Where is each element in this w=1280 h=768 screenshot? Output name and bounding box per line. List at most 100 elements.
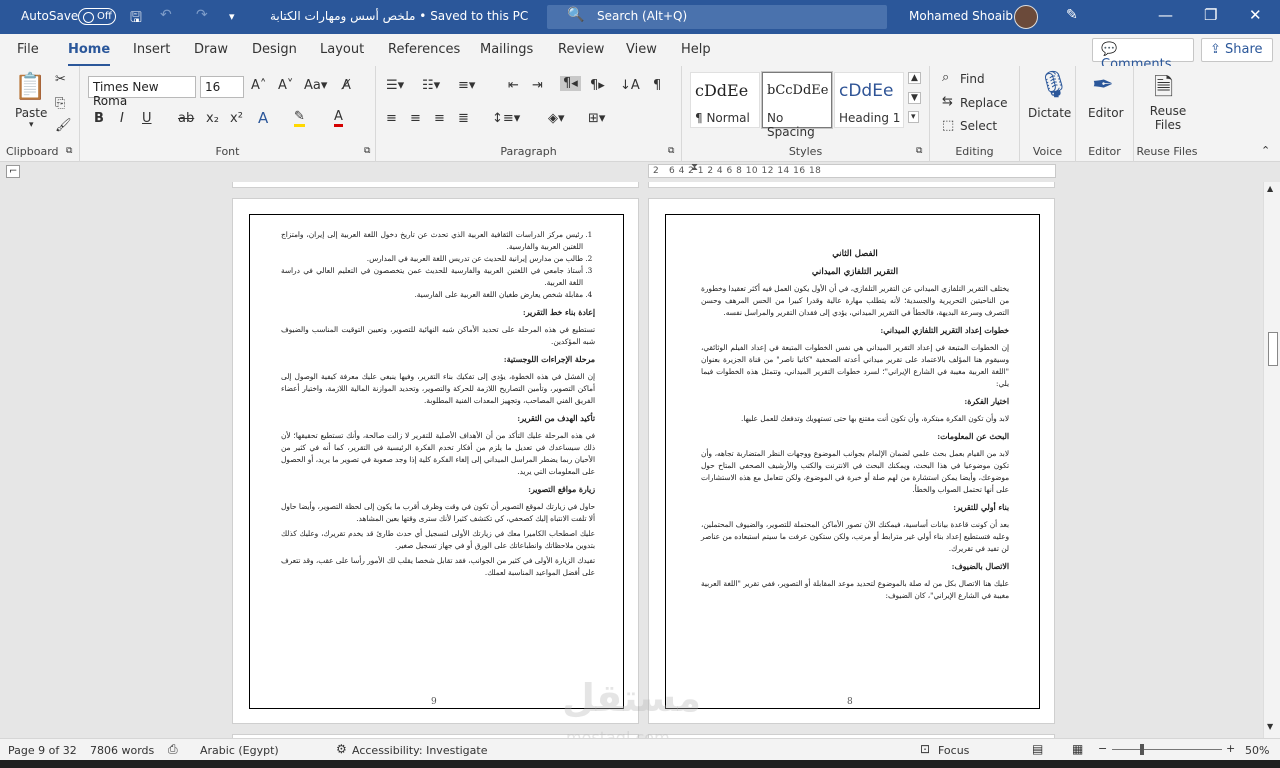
format-painter-icon[interactable]: 🖌: [55, 118, 72, 133]
tab-draw[interactable]: Draw: [194, 42, 228, 57]
font-color-icon[interactable]: A: [334, 109, 343, 127]
zoom-slider-thumb[interactable]: [1140, 744, 1144, 755]
undo-icon[interactable]: ↶: [160, 7, 172, 23]
align-left-icon[interactable]: ≡: [386, 111, 397, 126]
tab-design[interactable]: Design: [252, 42, 297, 57]
underline-icon[interactable]: U: [142, 111, 152, 126]
bullets-icon[interactable]: ☰▾: [386, 78, 404, 93]
restore-icon[interactable]: ❐: [1204, 6, 1217, 24]
collapse-ribbon-icon[interactable]: ⌃: [1261, 144, 1270, 157]
styles-more-icon[interactable]: ▾: [908, 111, 919, 123]
highlight-icon[interactable]: ✎: [294, 109, 305, 127]
style-no-spacing[interactable]: bCcDdEe No Spacing: [761, 71, 833, 139]
read-mode-icon[interactable]: ▤: [1032, 742, 1043, 756]
styles-scroll-down-icon[interactable]: ▼: [908, 92, 921, 104]
italic-icon[interactable]: I: [120, 111, 124, 126]
font-launcher-icon[interactable]: ⧉: [364, 146, 370, 156]
word-count[interactable]: 7806 words: [90, 744, 154, 757]
horizontal-ruler[interactable]: 2 6 4 2 1 2 4 6 8 10 12 14 16 18 ⧗: [648, 162, 1056, 178]
sort-icon[interactable]: ↓A: [620, 78, 640, 93]
zoom-level[interactable]: 50%: [1245, 744, 1269, 757]
styles-launcher-icon[interactable]: ⧉: [916, 146, 922, 156]
user-name[interactable]: Mohamed Shoaib: [909, 9, 1013, 23]
zoom-in-icon[interactable]: +: [1226, 742, 1235, 755]
scroll-down-icon[interactable]: ▼: [1267, 722, 1273, 731]
page-8-text[interactable]: الفصل الثاني التقرير التلفازي الميداني ي…: [701, 245, 1009, 605]
tab-review[interactable]: Review: [558, 42, 604, 57]
zoom-out-icon[interactable]: −: [1098, 742, 1107, 755]
shading-icon[interactable]: ◈▾: [548, 111, 565, 126]
close-icon[interactable]: ✕: [1249, 6, 1262, 24]
print-layout-icon[interactable]: ▦: [1072, 742, 1083, 756]
editor-button[interactable]: Editor: [1088, 106, 1124, 120]
replace-icon[interactable]: ⇆: [942, 94, 953, 109]
vertical-scrollbar[interactable]: ▲ ▼: [1263, 182, 1280, 738]
tab-references[interactable]: References: [388, 42, 460, 57]
tab-mailings[interactable]: Mailings: [480, 42, 533, 57]
dictate-button[interactable]: Dictate: [1028, 106, 1071, 120]
rtl-direction-icon[interactable]: ¶◂: [560, 76, 581, 91]
accessibility-status[interactable]: Accessibility: Investigate: [352, 744, 488, 757]
redo-icon[interactable]: ↷: [196, 7, 208, 23]
ltr-direction-icon[interactable]: ¶▸: [590, 78, 605, 93]
strikethrough-icon[interactable]: ab: [178, 111, 194, 126]
line-spacing-icon[interactable]: ↕≡▾: [492, 111, 520, 126]
share-button[interactable]: ⇪ Share: [1201, 38, 1273, 62]
select-icon[interactable]: ⬚: [942, 118, 954, 133]
borders-icon[interactable]: ⊞▾: [588, 111, 605, 126]
avatar[interactable]: [1014, 5, 1038, 29]
proofing-icon[interactable]: ⎙: [168, 742, 178, 757]
select-button[interactable]: Select: [960, 119, 997, 133]
clipboard-launcher-icon[interactable]: ⧉: [66, 146, 72, 156]
numbering-icon[interactable]: ☷▾: [422, 78, 440, 93]
change-case-icon[interactable]: Aa▾: [304, 78, 327, 93]
cut-icon[interactable]: ✂: [55, 72, 66, 87]
reuse-files-button[interactable]: Reuse Files: [1146, 104, 1190, 133]
paste-button[interactable]: Paste: [15, 106, 47, 120]
paste-dropdown-icon[interactable]: ▾: [29, 120, 34, 130]
increase-indent-icon[interactable]: ⇥: [532, 78, 543, 93]
scroll-thumb[interactable]: [1268, 332, 1278, 366]
autosave-toggle[interactable]: Off: [78, 8, 116, 25]
grow-font-icon[interactable]: A˄: [251, 78, 266, 93]
tab-file[interactable]: File: [17, 42, 39, 57]
subscript-icon[interactable]: x₂: [206, 111, 219, 126]
style-heading-1[interactable]: cDdEe Heading 1: [834, 72, 904, 128]
search-box[interactable]: 🔍 Search (Alt+Q): [547, 5, 887, 29]
indent-marker-icon[interactable]: ⧗: [691, 162, 698, 173]
save-icon[interactable]: 🖫: [130, 7, 142, 31]
bold-icon[interactable]: B: [94, 111, 104, 126]
decrease-indent-icon[interactable]: ⇤: [508, 78, 519, 93]
font-name-combo[interactable]: Times New Roma: [88, 76, 196, 108]
paste-icon[interactable]: 📋: [14, 72, 46, 102]
page-9-text[interactable]: رئيس مركز الدراسات الثقافية العربية الذي…: [281, 229, 595, 582]
language-indicator[interactable]: Arabic (Egypt): [200, 744, 279, 757]
accessibility-icon[interactable]: ⚙: [336, 742, 347, 756]
pen-icon[interactable]: ✎: [1066, 7, 1078, 23]
tab-layout[interactable]: Layout: [320, 42, 364, 57]
page-8[interactable]: الفصل الثاني التقرير التلفازي الميداني ي…: [648, 198, 1055, 724]
tab-home[interactable]: Home: [68, 42, 111, 67]
style-normal[interactable]: cDdEe ¶ Normal: [690, 72, 760, 128]
font-size-combo[interactable]: 16: [200, 76, 244, 98]
tab-help[interactable]: Help: [681, 42, 711, 57]
tab-insert[interactable]: Insert: [133, 42, 170, 57]
styles-scroll-up-icon[interactable]: ▲: [908, 72, 921, 84]
align-center-icon[interactable]: ≡: [410, 111, 421, 126]
tab-selector-icon[interactable]: ⌐: [6, 165, 21, 178]
customize-qat-icon[interactable]: ▾: [229, 10, 235, 23]
editor-pen-icon[interactable]: ✒: [1092, 70, 1114, 100]
focus-button[interactable]: Focus: [938, 744, 969, 757]
multilevel-list-icon[interactable]: ≡▾: [458, 78, 475, 93]
find-button[interactable]: Find: [960, 72, 985, 86]
scroll-up-icon[interactable]: ▲: [1267, 184, 1273, 193]
page-9[interactable]: رئيس مركز الدراسات الثقافية العربية الذي…: [232, 198, 639, 724]
text-effects-icon[interactable]: A: [258, 109, 268, 127]
align-right-icon[interactable]: ≡: [434, 111, 445, 126]
copy-icon[interactable]: ⎘: [55, 96, 65, 111]
minimize-icon[interactable]: —: [1158, 6, 1173, 24]
show-formatting-icon[interactable]: ¶: [653, 78, 661, 93]
zoom-slider-track[interactable]: [1112, 749, 1222, 750]
clear-formatting-icon[interactable]: A̸: [342, 78, 351, 93]
justify-icon[interactable]: ≣: [458, 111, 469, 126]
